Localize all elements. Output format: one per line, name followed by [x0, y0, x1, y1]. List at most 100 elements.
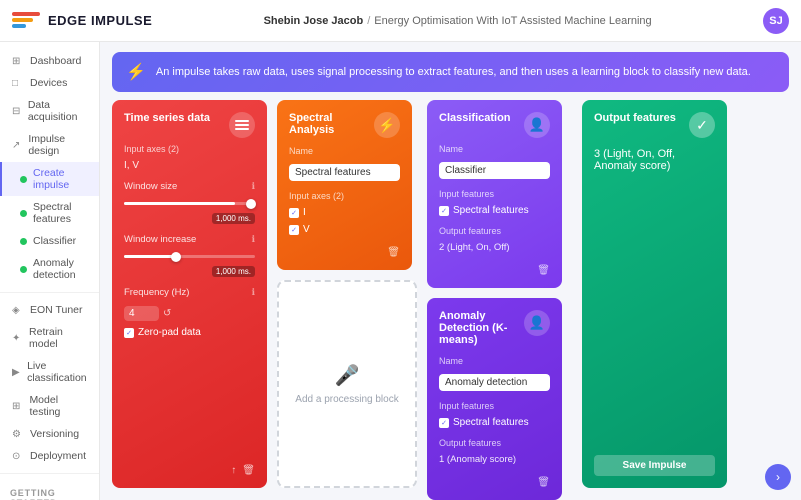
live-icon: ▶ — [12, 367, 21, 378]
logo-text: EDGE IMPULSE — [48, 13, 152, 28]
sidebar-item-anomaly-detection[interactable]: Anomaly detection — [0, 252, 99, 286]
sidebar-item-label: Anomaly detection — [33, 257, 89, 281]
spectral-card: Spectral Analysis ⚡ Name Input axes (2) … — [277, 100, 412, 270]
window-size-slider[interactable] — [124, 202, 255, 205]
sidebar-item-versioning[interactable]: ⚙ Versioning — [0, 423, 99, 445]
topbar: EDGE IMPULSE Shebin Jose Jacob / Energy … — [0, 0, 801, 42]
deployment-icon: ⊙ — [12, 451, 24, 462]
sidebar-item-live-classification[interactable]: ▶ Live classification — [0, 355, 99, 389]
mic-icon: 🎤 — [335, 363, 360, 388]
topbar-left: EDGE IMPULSE — [12, 12, 152, 30]
time-series-card: Time series data Input axes (2) I, V Win… — [112, 100, 267, 488]
classification-bottom-icons: 🗑 — [439, 259, 550, 276]
output-features-title: Output features — [594, 112, 676, 124]
classification-feature-label: Spectral features — [453, 205, 529, 216]
breadcrumb-user: Shebin Jose Jacob — [264, 15, 364, 27]
upload-icon[interactable]: ↑ — [231, 465, 236, 476]
sidebar-item-label: Dashboard — [30, 55, 81, 67]
pipeline-grid: Time series data Input axes (2) I, V Win… — [100, 100, 801, 500]
dashboard-icon: ⊞ — [12, 56, 24, 67]
axis-i-checkbox[interactable]: ✓ — [289, 208, 299, 218]
spectral-bottom-icons: 🗑 — [289, 241, 400, 258]
window-size-label: Window size ℹ — [124, 181, 255, 192]
anomaly-delete-icon[interactable]: 🗑 — [537, 477, 550, 488]
sidebar-item-spectral-features[interactable]: Spectral features — [0, 196, 99, 230]
card-bottom-icons: ↑ 🗑 — [124, 459, 255, 476]
spectral-name-label: Name — [289, 146, 400, 156]
classification-delete-icon[interactable]: 🗑 — [537, 265, 550, 276]
zero-pad-checkbox[interactable]: ✓ — [124, 328, 134, 338]
logo-icon — [12, 12, 40, 30]
spectral-axis-v-row: ✓ V — [289, 224, 400, 235]
output-features-text: 3 (Light, On, Off, Anomaly score) — [594, 148, 715, 172]
sidebar-item-label: Classifier — [33, 235, 76, 247]
breadcrumb-project: Energy Optimisation With IoT Assisted Ma… — [374, 15, 651, 27]
sidebar-item-label: Impulse design — [28, 133, 89, 157]
spectral-delete-icon[interactable]: 🗑 — [387, 247, 400, 258]
sidebar-item-label: Retrain model — [29, 326, 89, 350]
sidebar: ⊞ Dashboard □ Devices ⊟ Data acquisition… — [0, 42, 100, 500]
save-impulse-button[interactable]: Save Impulse — [594, 455, 715, 476]
refresh-icon[interactable]: ↺ — [163, 308, 171, 319]
zero-pad-row: ✓ Zero-pad data — [124, 327, 255, 338]
info-icon: ⚡ — [126, 62, 146, 82]
classification-icon-circle: 👤 — [524, 112, 550, 138]
sidebar-item-retrain-model[interactable]: ✦ Retrain model — [0, 321, 99, 355]
anomaly-title: Anomaly Detection (K-means) — [439, 310, 524, 346]
anomaly-feature-checkbox[interactable]: ✓ — [439, 418, 449, 428]
zero-pad-label: Zero-pad data — [138, 327, 201, 338]
data-icon: ⊟ — [12, 106, 22, 117]
avatar[interactable]: SJ — [763, 8, 789, 34]
sidebar-item-deployment[interactable]: ⊙ Deployment — [0, 445, 99, 467]
add-block-label: Add a processing block — [295, 394, 398, 405]
sidebar-item-dashboard[interactable]: ⊞ Dashboard — [0, 50, 99, 72]
sidebar-item-devices[interactable]: □ Devices — [0, 72, 99, 94]
frequency-input[interactable] — [124, 306, 159, 321]
info-banner: ⚡ An impulse takes raw data, uses signal… — [112, 52, 789, 92]
hamburger-icon-circle[interactable] — [229, 112, 255, 138]
classification-title: Classification — [439, 112, 511, 124]
classification-feature-checkbox[interactable]: ✓ — [439, 206, 449, 216]
axis-i-label: I — [303, 207, 306, 218]
dot-icon — [20, 210, 27, 217]
add-processing-block[interactable]: 🎤 Add a processing block — [277, 280, 417, 488]
anomaly-output-label: Output features — [439, 438, 550, 448]
model-icon: ⊞ — [12, 401, 23, 412]
window-increase-value: 1,000 ms. — [212, 266, 255, 277]
sidebar-item-data-acquisition[interactable]: ⊟ Data acquisition — [0, 94, 99, 128]
window-size-value: 1,000 ms. — [212, 213, 255, 224]
classification-input-label: Input features — [439, 189, 550, 199]
sidebar-item-model-testing[interactable]: ⊞ Model testing — [0, 389, 99, 423]
spectral-header: Spectral Analysis ⚡ — [289, 112, 400, 140]
sidebar-item-label: Versioning — [30, 428, 79, 440]
axis-v-checkbox[interactable]: ✓ — [289, 225, 299, 235]
sidebar-item-eon-tuner[interactable]: ◈ EON Tuner — [0, 299, 99, 321]
sidebar-item-create-impulse[interactable]: Create impulse — [0, 162, 99, 196]
classification-name-label: Name — [439, 144, 550, 154]
hamburger-icon — [235, 120, 249, 130]
spectral-name-input[interactable] — [289, 164, 400, 181]
window-increase-slider[interactable] — [124, 255, 255, 258]
anomaly-output-value: 1 (Anomaly score) — [439, 454, 550, 465]
sidebar-item-label: Live classification — [27, 360, 89, 384]
time-series-title: Time series data — [124, 112, 210, 124]
dot-icon — [20, 176, 27, 183]
delete-icon[interactable]: 🗑 — [242, 465, 255, 476]
anomaly-input-label: Input features — [439, 401, 550, 411]
middle-col: Spectral Analysis ⚡ Name Input axes (2) … — [277, 100, 417, 488]
anomaly-name-input[interactable] — [439, 374, 550, 391]
scroll-to-top-button[interactable]: › — [765, 464, 791, 490]
sidebar-item-impulse-design[interactable]: ↗ Impulse design — [0, 128, 99, 162]
card-header: Time series data — [124, 112, 255, 138]
classification-name-input[interactable] — [439, 162, 550, 179]
anomaly-icon-circle: 👤 — [524, 310, 550, 336]
output-features-header: Output features ✓ — [594, 112, 715, 138]
classification-header: Classification 👤 — [439, 112, 550, 138]
sidebar-item-classifier[interactable]: Classifier — [0, 230, 99, 252]
sidebar-item-label: Create impulse — [33, 167, 89, 191]
sidebar-item-label: EON Tuner — [30, 304, 83, 316]
devices-icon: □ — [12, 78, 24, 89]
window-increase-label: Window increase ℹ — [124, 234, 255, 245]
classification-output-value: 2 (Light, On, Off) — [439, 242, 550, 253]
classification-feature-row: ✓ Spectral features — [439, 205, 550, 216]
